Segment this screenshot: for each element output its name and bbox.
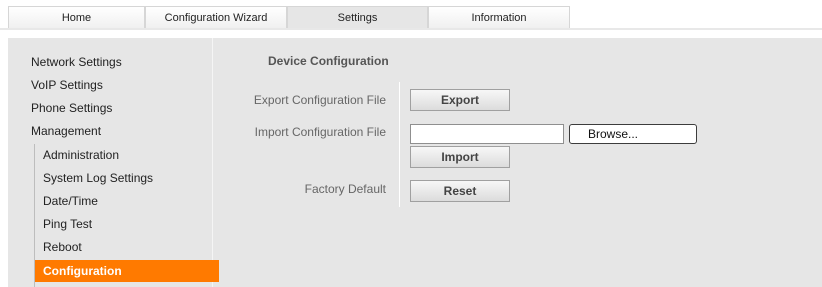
form-divider xyxy=(399,82,400,207)
browse-button[interactable]: Browse... xyxy=(569,124,697,144)
sidebar-subitem-administration[interactable]: Administration xyxy=(43,145,119,165)
tab-settings[interactable]: Settings xyxy=(287,6,428,28)
reset-button[interactable]: Reset xyxy=(410,180,510,202)
content-panel: Network Settings VoIP Settings Phone Set… xyxy=(8,38,822,287)
import-file-field[interactable] xyxy=(410,124,564,144)
sidebar-subitem-reboot[interactable]: Reboot xyxy=(43,237,82,257)
tab-home[interactable]: Home xyxy=(8,6,145,28)
factory-default-label: Factory Default xyxy=(304,182,386,196)
export-config-label: Export Configuration File xyxy=(253,93,386,107)
sidebar-item-network-settings[interactable]: Network Settings xyxy=(31,52,122,72)
export-button[interactable]: Export xyxy=(410,89,510,111)
sidebar-subitem-system-log-settings[interactable]: System Log Settings xyxy=(43,168,153,188)
sidebar: Network Settings VoIP Settings Phone Set… xyxy=(8,38,219,287)
tab-underline xyxy=(0,28,822,30)
sidebar-item-management[interactable]: Management xyxy=(31,121,101,141)
tab-configuration-wizard[interactable]: Configuration Wizard xyxy=(145,6,287,28)
sidebar-subitem-date-time[interactable]: Date/Time xyxy=(43,191,98,211)
import-config-label: Import Configuration File xyxy=(254,125,386,139)
page-title: Device Configuration xyxy=(268,54,389,68)
sidebar-item-phone-settings[interactable]: Phone Settings xyxy=(31,98,112,118)
tab-information[interactable]: Information xyxy=(428,6,570,28)
sidebar-subitem-configuration[interactable]: Configuration xyxy=(35,260,219,282)
import-button[interactable]: Import xyxy=(410,146,510,168)
top-tab-bar: Home Configuration Wizard Settings Infor… xyxy=(0,0,822,30)
sidebar-subitem-ping-test[interactable]: Ping Test xyxy=(43,214,92,234)
sidebar-item-voip-settings[interactable]: VoIP Settings xyxy=(31,75,103,95)
